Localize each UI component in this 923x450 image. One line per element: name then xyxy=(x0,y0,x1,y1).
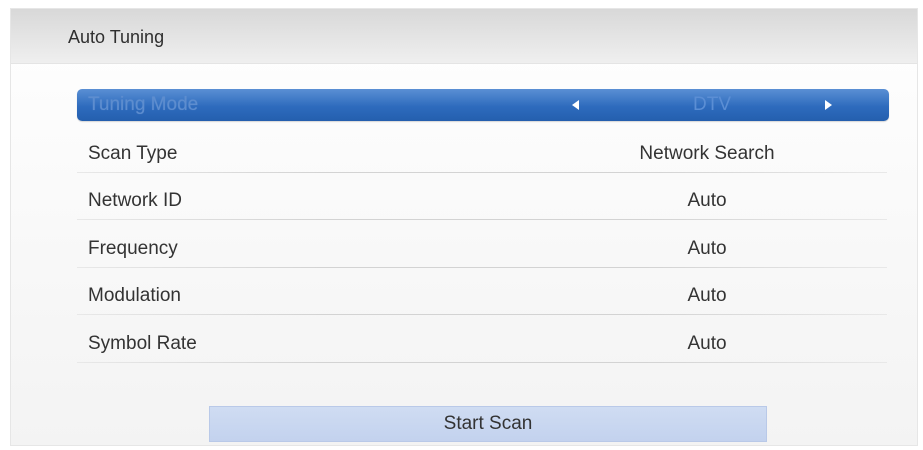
start-scan-button[interactable]: Start Scan xyxy=(209,406,767,442)
frequency-value: Auto xyxy=(687,238,727,259)
network-id-label: Network ID xyxy=(88,190,182,211)
symbol-rate-row[interactable]: Symbol Rate Auto xyxy=(77,323,887,363)
row-divider xyxy=(77,314,887,315)
modulation-value: Auto xyxy=(687,285,727,306)
modulation-label: Modulation xyxy=(88,285,181,306)
symbol-rate-value: Auto xyxy=(687,333,727,354)
tuning-mode-row[interactable]: Tuning Mode DTV xyxy=(77,89,889,121)
frequency-row[interactable]: Frequency Auto xyxy=(77,228,887,268)
modulation-row[interactable]: Modulation Auto xyxy=(77,275,887,315)
arrow-right-icon[interactable] xyxy=(825,100,832,110)
panel-header: Auto Tuning xyxy=(11,9,917,64)
row-divider xyxy=(77,219,887,220)
tuning-mode-label: Tuning Mode xyxy=(88,94,199,115)
auto-tuning-panel: Auto Tuning Tuning Mode DTV Scan Type Ne… xyxy=(10,8,918,446)
row-divider xyxy=(77,362,887,363)
symbol-rate-label: Symbol Rate xyxy=(88,333,197,354)
scan-type-value: Network Search xyxy=(639,143,775,164)
frequency-label: Frequency xyxy=(88,238,178,259)
panel-title: Auto Tuning xyxy=(68,27,165,47)
network-id-value: Auto xyxy=(687,190,727,211)
row-divider xyxy=(77,267,887,268)
scan-type-label: Scan Type xyxy=(88,143,178,164)
row-divider xyxy=(77,172,887,173)
scan-type-row[interactable]: Scan Type Network Search xyxy=(77,133,887,173)
tuning-mode-value: DTV xyxy=(693,94,731,115)
network-id-row[interactable]: Network ID Auto xyxy=(77,180,887,220)
arrow-left-icon[interactable] xyxy=(572,100,579,110)
